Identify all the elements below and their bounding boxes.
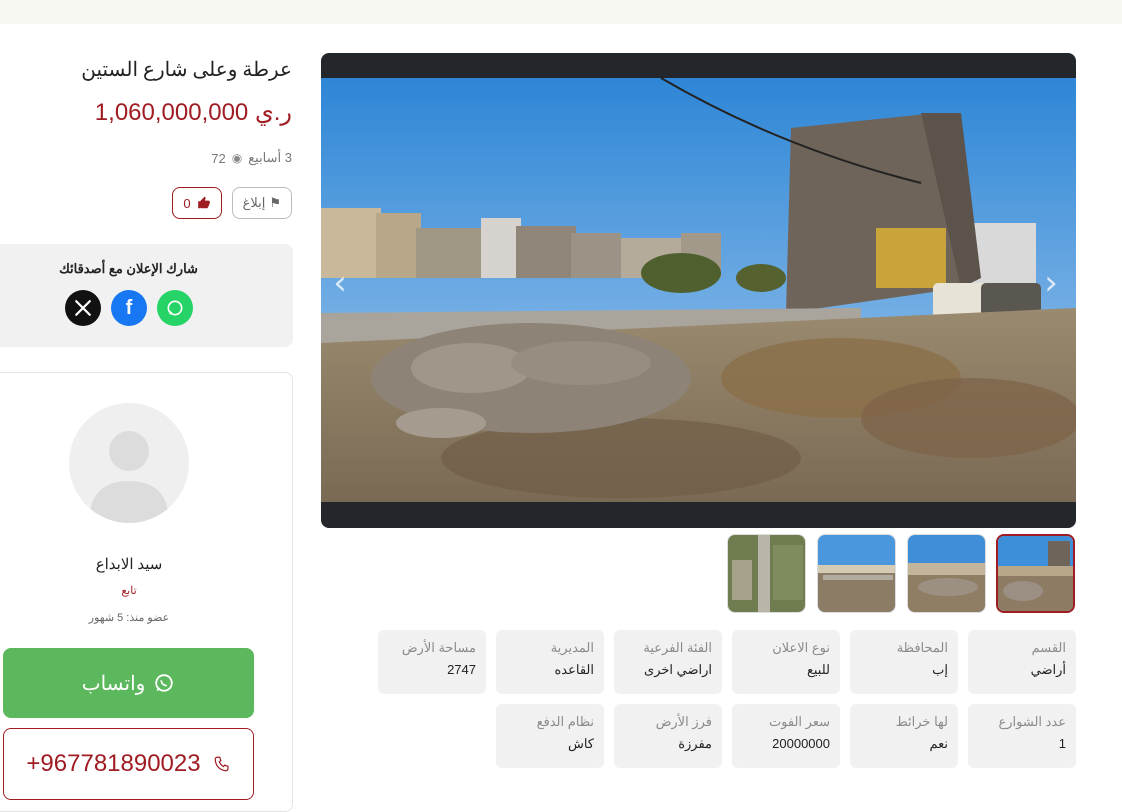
- spec-label: القسم: [1031, 640, 1066, 655]
- spec-label: سعر الفوت: [768, 714, 830, 729]
- listing-actions: ⚑ إبلاغ 0: [172, 187, 292, 219]
- spec-label: المديرية: [550, 640, 594, 655]
- spec-label: فرز الأرض: [655, 714, 712, 729]
- report-button[interactable]: ⚑ إبلاغ: [231, 187, 292, 219]
- like-button[interactable]: 0: [172, 187, 222, 219]
- spec-subcategory: الفئة الفرعية اراضي اخرى: [614, 630, 722, 694]
- spec-governorate: المحافظة إب: [850, 630, 958, 694]
- seller-name[interactable]: سيد الابداع: [0, 555, 258, 574]
- whatsapp-share-button[interactable]: [157, 290, 193, 326]
- spec-value: إب: [932, 662, 948, 677]
- spec-price-per-foot: سعر الفوت 20000000: [732, 704, 840, 768]
- share-box: شارك الإعلان مع أصدقائك: [0, 244, 293, 347]
- spec-label: نوع الاعلان: [772, 640, 830, 655]
- seller-role: تابع: [121, 585, 137, 597]
- main-photo[interactable]: [321, 78, 1076, 502]
- phone-contact-button[interactable]: +967781890023: [3, 728, 254, 800]
- spec-value: للبيع: [806, 662, 830, 677]
- x-share-button[interactable]: [65, 290, 101, 326]
- listing-meta: 3 أسابيع ◉ 72: [211, 150, 292, 166]
- view-count: 72: [211, 150, 226, 166]
- spec-value: كاش: [567, 736, 594, 751]
- spec-value: القاعده: [554, 662, 594, 677]
- x-icon: [75, 300, 91, 316]
- spec-value: 1: [1058, 736, 1066, 751]
- phone-number: +967781890023: [26, 750, 201, 777]
- spec-label: لها خرائط: [895, 714, 948, 729]
- share-title: شارك الإعلان مع أصدقائك: [59, 261, 198, 276]
- report-label: إبلاغ: [242, 195, 266, 210]
- gallery-thumbnail[interactable]: [907, 534, 986, 613]
- gallery-thumbnail[interactable]: [727, 534, 806, 613]
- whatsapp-icon: [155, 674, 173, 692]
- spec-value: نعم: [929, 736, 948, 751]
- spec-category: القسم أراضي: [968, 630, 1076, 694]
- spec-label: الفئة الفرعية: [643, 640, 712, 655]
- top-bar: [0, 0, 1122, 24]
- spec-streets-count: عدد الشوارع 1: [968, 704, 1076, 768]
- phone-icon: [214, 756, 229, 772]
- flag-icon: ⚑: [269, 195, 281, 210]
- whatsapp-contact-button[interactable]: واتساب: [3, 648, 254, 718]
- spec-value: 2747: [447, 662, 476, 677]
- image-gallery[interactable]: ‹ ›: [321, 53, 1076, 528]
- spec-value: مفرزة: [678, 736, 712, 751]
- posted-time: 3 أسابيع: [248, 150, 292, 165]
- spec-land-area: مساحة الأرض 2747: [378, 630, 486, 694]
- gallery-thumbnail[interactable]: [996, 534, 1075, 613]
- thumbs-up-icon: [197, 196, 210, 209]
- gallery-prev-arrow[interactable]: ‹: [327, 263, 353, 303]
- spec-ad-type: نوع الاعلان للبيع: [732, 630, 840, 694]
- gallery-thumbnail[interactable]: [817, 534, 896, 613]
- like-count: 0: [183, 195, 191, 211]
- gallery-next-arrow[interactable]: ›: [1038, 263, 1064, 303]
- listing-title: عرطة وعلى شارع الستين: [81, 59, 292, 81]
- spec-payment-method: نظام الدفع كاش: [496, 704, 604, 768]
- spec-value: أراضي: [1030, 662, 1066, 677]
- spec-land-sorting: فرز الأرض مفرزة: [614, 704, 722, 768]
- eye-icon: ◉: [231, 151, 243, 165]
- listing-price: 1,060,000,000 ر.ي: [94, 99, 292, 126]
- whatsapp-icon: [167, 300, 183, 316]
- facebook-icon: f: [125, 296, 133, 319]
- spec-value: اراضي اخرى: [644, 662, 712, 677]
- spec-district: المديرية القاعده: [496, 630, 604, 694]
- spec-has-maps: لها خرائط نعم: [850, 704, 958, 768]
- spec-label: مساحة الأرض: [401, 640, 476, 655]
- facebook-share-button[interactable]: f: [111, 290, 147, 326]
- spec-label: عدد الشوارع: [998, 714, 1066, 729]
- whatsapp-label: واتساب: [81, 672, 146, 695]
- spec-label: المحافظة: [896, 640, 948, 655]
- spec-value: 20000000: [772, 736, 830, 751]
- spec-label: نظام الدفع: [536, 714, 594, 729]
- member-since: عضو منذ: 5 شهور: [88, 612, 170, 624]
- seller-avatar: [69, 403, 189, 523]
